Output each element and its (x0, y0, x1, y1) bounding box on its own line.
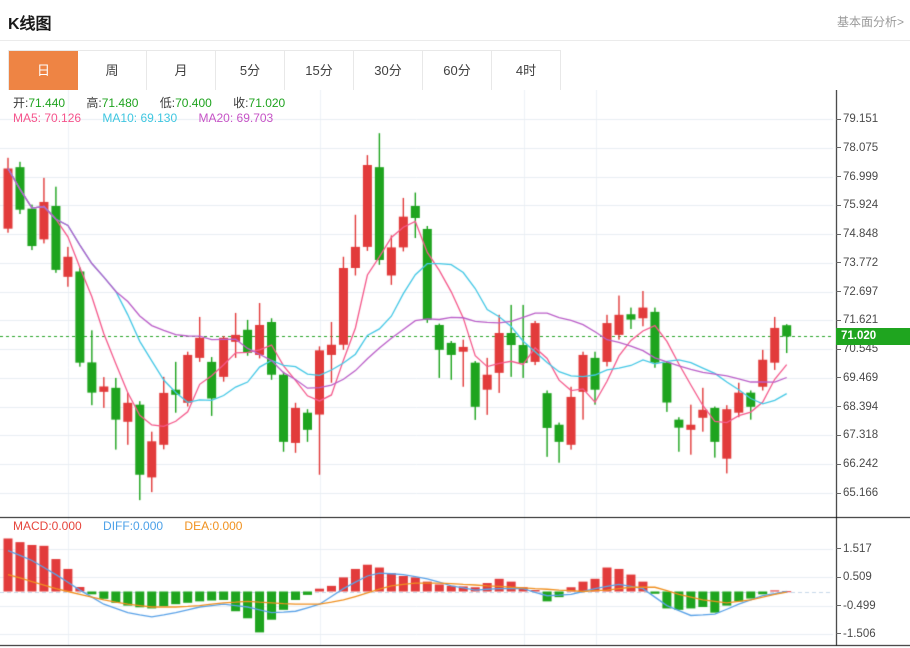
macd-axis-label: 1.517 (836, 542, 910, 556)
ma10-label: MA10: (102, 111, 137, 125)
axis-tick (836, 605, 841, 606)
macd-label: MACD: (13, 519, 52, 533)
high-label: 高: (86, 96, 101, 110)
tab-日[interactable]: 日 (9, 51, 78, 90)
axis-tick (836, 234, 841, 235)
axis-tick (836, 548, 841, 549)
tab-15分[interactable]: 15分 (285, 51, 354, 90)
axis-tick (836, 320, 841, 321)
price-axis-label: 72.697 (836, 285, 910, 299)
axis-tick (836, 435, 841, 436)
price-axis-label: 65.166 (836, 486, 910, 500)
axis-tick (836, 291, 841, 292)
axis-tick (836, 262, 841, 263)
price-axis-label: 74.848 (836, 227, 910, 241)
tab-4时[interactable]: 4时 (492, 51, 561, 90)
price-axis-label: 66.242 (836, 457, 910, 471)
axis-tick (836, 493, 841, 494)
page-header: K线图 基本面分析> (0, 0, 910, 41)
open-value: 71.440 (28, 96, 65, 110)
tab-月[interactable]: 月 (147, 51, 216, 90)
axis-tick (836, 349, 841, 350)
ma-readout: MA5: 70.126 MA10: 69.130 MA20: 69.703 (13, 111, 291, 125)
price-axis-label: 78.075 (836, 141, 910, 155)
ma20-value: 69.703 (237, 111, 274, 125)
macd-readout: MACD:0.000 DIFF:0.000 DEA:0.000 (13, 519, 260, 533)
price-axis-label: 69.469 (836, 371, 910, 385)
dea-value: 0.000 (212, 519, 242, 533)
period-tabs: 日周月5分15分30分60分4时 (8, 50, 561, 90)
current-price-badge: 71.020 (836, 328, 910, 345)
macd-axis-label: 0.509 (836, 570, 910, 584)
open-label: 开: (13, 96, 28, 110)
axis-tick (836, 147, 841, 148)
axis-tick (836, 119, 841, 120)
low-value: 70.400 (175, 96, 212, 110)
diff-value: 0.000 (133, 519, 163, 533)
axis-tick (836, 205, 841, 206)
fundamental-analysis-link[interactable]: 基本面分析> (837, 13, 904, 30)
ma20-label: MA20: (198, 111, 233, 125)
ma5-label: MA5: (13, 111, 41, 125)
tab-5分[interactable]: 5分 (216, 51, 285, 90)
macd-value: 0.000 (52, 519, 82, 533)
price-axis-label: 68.394 (836, 400, 910, 414)
macd-axis-label: -0.499 (836, 599, 910, 613)
low-label: 低: (160, 96, 175, 110)
axis-tick (836, 377, 841, 378)
axis-tick (836, 577, 841, 578)
ma5-value: 70.126 (44, 111, 81, 125)
ohlc-readout: 开:71.440 高:71.480 低:70.400 收:71.020 (13, 94, 303, 111)
axis-tick (836, 176, 841, 177)
axis-tick (836, 406, 841, 407)
price-axis-label: 79.151 (836, 112, 910, 126)
page-title: K线图 (8, 10, 52, 34)
price-axis-label: 76.999 (836, 170, 910, 184)
price-axis-label: 67.318 (836, 428, 910, 442)
tab-60分[interactable]: 60分 (423, 51, 492, 90)
tab-周[interactable]: 周 (78, 51, 147, 90)
axis-tick (836, 633, 841, 634)
price-axis-label: 73.772 (836, 256, 910, 270)
tab-30分[interactable]: 30分 (354, 51, 423, 90)
axis-tick (836, 464, 841, 465)
close-value: 71.020 (249, 96, 286, 110)
price-axis-label: 71.621 (836, 313, 910, 327)
kline-chart-canvas[interactable] (0, 90, 910, 648)
period-tab-bar: 日周月5分15分30分60分4时 (0, 50, 910, 91)
diff-label: DIFF: (103, 519, 133, 533)
ma10-value: 69.130 (140, 111, 177, 125)
price-axis-label: 75.924 (836, 198, 910, 212)
kline-page: K线图 基本面分析> 日周月5分15分30分60分4时 开:71.440 高:7… (0, 0, 910, 648)
dea-label: DEA: (184, 519, 212, 533)
high-value: 71.480 (102, 96, 139, 110)
macd-axis-label: -1.506 (836, 627, 910, 641)
close-label: 收: (233, 96, 248, 110)
